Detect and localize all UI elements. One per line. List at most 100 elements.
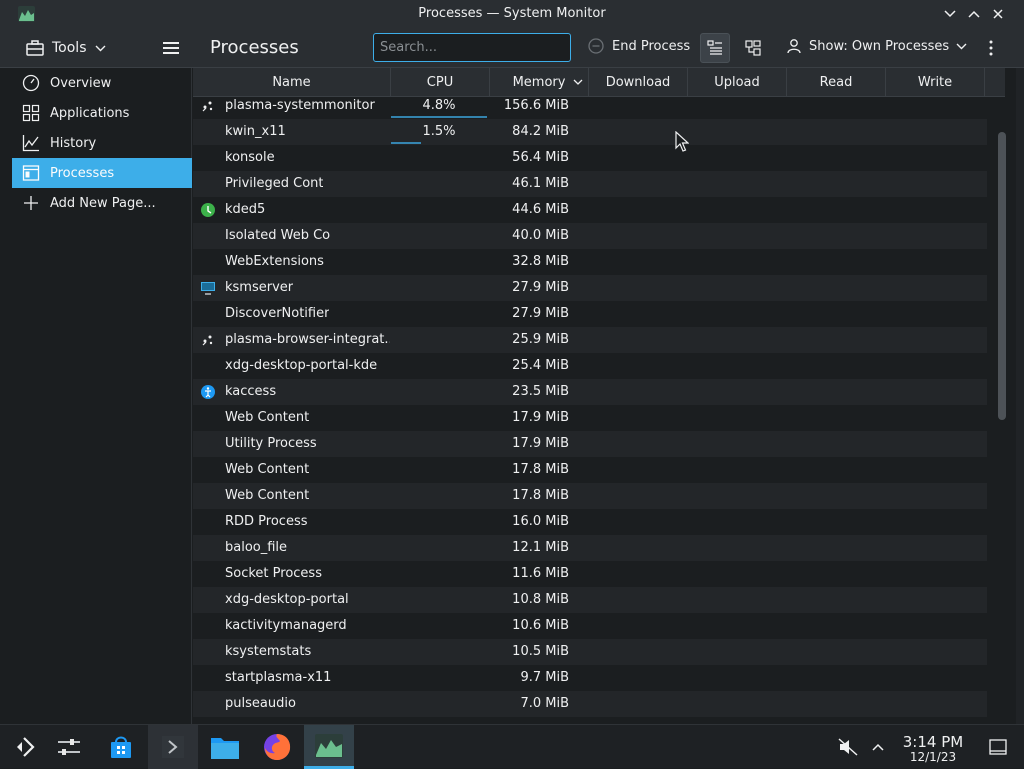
show-desktop-button[interactable] bbox=[978, 725, 1018, 769]
task-settings[interactable] bbox=[44, 725, 94, 769]
table-row[interactable]: konsole 56.4 MiB bbox=[193, 145, 987, 171]
process-memory: 25.4 MiB bbox=[512, 358, 569, 373]
table-row[interactable]: Web Content 17.8 MiB bbox=[193, 483, 987, 509]
search-input[interactable] bbox=[373, 33, 571, 62]
process-memory: 156.6 MiB bbox=[503, 98, 569, 113]
process-name: ksmserver bbox=[225, 280, 294, 295]
process-memory: 17.9 MiB bbox=[512, 410, 569, 425]
toolbox-icon bbox=[26, 40, 44, 56]
table-row[interactable]: plasma-systemmonitor 4.8% 156.6 MiB bbox=[193, 93, 987, 119]
task-dolphin[interactable] bbox=[200, 725, 250, 769]
table-row[interactable]: WebExtensions 32.8 MiB bbox=[193, 249, 987, 275]
sidebar-item-label: Add New Page... bbox=[50, 195, 156, 211]
process-memory: 17.9 MiB bbox=[512, 436, 569, 451]
table-row[interactable]: kwin_x11 1.5% 84.2 MiB bbox=[193, 119, 987, 145]
sidebar-item-add-new-page[interactable]: Add New Page... bbox=[12, 188, 192, 218]
sort-descending-icon bbox=[573, 79, 583, 85]
table-row[interactable]: xdg-desktop-portal-kde 25.4 MiB bbox=[193, 353, 987, 379]
cpu-usage-bar bbox=[391, 142, 421, 144]
sidebar-item-overview[interactable]: Overview bbox=[12, 68, 192, 98]
process-name: RDD Process bbox=[225, 514, 308, 529]
digital-clock[interactable]: 3:14 PM 12/1/23 bbox=[895, 733, 971, 764]
process-memory: 44.6 MiB bbox=[512, 202, 569, 217]
table-row[interactable]: Web Content 17.8 MiB bbox=[193, 457, 987, 483]
chevron-down-icon bbox=[956, 43, 967, 49]
title-bar: Processes — System Monitor bbox=[0, 0, 1024, 28]
list-view-icon bbox=[707, 40, 722, 55]
task-firefox[interactable] bbox=[252, 725, 302, 769]
process-name: WebExtensions bbox=[225, 254, 324, 269]
chevron-down-icon bbox=[944, 10, 956, 18]
process-name: kactivitymanagerd bbox=[225, 618, 347, 633]
sliders-icon bbox=[58, 739, 80, 755]
table-row[interactable]: pulseaudio 7.0 MiB bbox=[193, 691, 987, 717]
table-row[interactable]: Utility Process 17.9 MiB bbox=[193, 431, 987, 457]
steamdeck-launcher-icon bbox=[17, 737, 35, 757]
process-name: plasma-systemmonitor bbox=[225, 98, 375, 113]
end-process-label: End Process bbox=[612, 38, 691, 54]
application-launcher-button[interactable] bbox=[0, 725, 50, 769]
task-system-monitor[interactable] bbox=[304, 725, 354, 769]
more-options-icon[interactable] bbox=[985, 38, 997, 58]
firefox-icon bbox=[264, 734, 291, 760]
table-row[interactable]: Web Content 17.9 MiB bbox=[193, 405, 987, 431]
maximize-button[interactable] bbox=[964, 4, 984, 24]
sidebar: Overview Applications History Processes … bbox=[12, 68, 192, 724]
kded-icon bbox=[201, 203, 215, 217]
table-row[interactable]: Isolated Web Co 40.0 MiB bbox=[193, 223, 987, 249]
table-row[interactable]: Socket Process 11.6 MiB bbox=[193, 561, 987, 587]
process-memory: 10.8 MiB bbox=[512, 592, 569, 607]
tree-view-button[interactable] bbox=[738, 33, 768, 63]
show-processes-dropdown[interactable]: Show: Own Processes bbox=[786, 38, 967, 54]
show-processes-label: Show: Own Processes bbox=[809, 38, 950, 54]
sidebar-item-history[interactable]: History bbox=[12, 128, 192, 158]
system-tray-expand-button[interactable] bbox=[858, 725, 898, 769]
chevron-down-icon bbox=[95, 45, 105, 51]
table-row[interactable]: ksmserver 27.9 MiB bbox=[193, 275, 987, 301]
table-row[interactable]: DiscoverNotifier 27.9 MiB bbox=[193, 301, 987, 327]
sidebar-item-applications[interactable]: Applications bbox=[12, 98, 192, 128]
scrollbar-thumb[interactable] bbox=[998, 132, 1006, 420]
clock-date: 12/1/23 bbox=[909, 750, 957, 764]
process-name: Socket Process bbox=[225, 566, 322, 581]
clock-time: 3:14 PM bbox=[902, 733, 964, 751]
table-row[interactable]: kded5 44.6 MiB bbox=[193, 197, 987, 223]
taskbar: 3:14 PM 12/1/23 bbox=[0, 724, 1024, 769]
process-memory: 56.4 MiB bbox=[512, 150, 569, 165]
process-memory: 10.6 MiB bbox=[512, 618, 569, 633]
table-row[interactable]: Privileged Cont 46.1 MiB bbox=[193, 171, 987, 197]
table-row[interactable]: plasma-browser-integrat... 25.9 MiB bbox=[193, 327, 987, 353]
minimize-button[interactable] bbox=[940, 4, 960, 24]
process-name: Web Content bbox=[225, 462, 310, 477]
table-row[interactable]: baloo_file 12.1 MiB bbox=[193, 535, 987, 561]
table-row[interactable]: startplasma-x11 9.7 MiB bbox=[193, 665, 987, 691]
process-name: kwin_x11 bbox=[225, 124, 286, 139]
process-name: baloo_file bbox=[225, 540, 288, 555]
sidebar-item-label: Processes bbox=[50, 165, 115, 181]
list-view-button[interactable] bbox=[700, 33, 730, 63]
table-row[interactable]: kaccess 23.5 MiB bbox=[193, 379, 987, 405]
terminal-icon bbox=[162, 736, 184, 758]
process-name: xdg-desktop-portal-kde bbox=[225, 358, 378, 373]
table-row[interactable]: xdg-desktop-portal 10.8 MiB bbox=[193, 587, 987, 613]
process-memory: 84.2 MiB bbox=[512, 124, 569, 139]
table-row[interactable]: kactivitymanagerd 10.6 MiB bbox=[193, 613, 987, 639]
end-process-button[interactable]: End Process bbox=[588, 38, 690, 54]
table-row[interactable]: RDD Process 16.0 MiB bbox=[193, 509, 987, 535]
sidebar-item-processes[interactable]: Processes bbox=[12, 158, 192, 188]
table-row[interactable]: ksystemstats 10.5 MiB bbox=[193, 639, 987, 665]
process-memory: 27.9 MiB bbox=[512, 280, 569, 295]
task-konsole[interactable] bbox=[148, 725, 198, 769]
folder-icon bbox=[211, 738, 239, 759]
chart-icon bbox=[22, 135, 39, 152]
task-discover[interactable] bbox=[96, 725, 146, 769]
monitor-icon bbox=[201, 282, 215, 295]
process-cpu: 1.5% bbox=[422, 124, 456, 139]
hamburger-menu-icon[interactable] bbox=[160, 38, 182, 58]
close-button[interactable] bbox=[988, 4, 1008, 24]
gauge-icon bbox=[22, 74, 40, 92]
plasma-icon bbox=[202, 335, 213, 346]
tools-menu-button[interactable]: Tools bbox=[26, 36, 106, 60]
process-memory: 27.9 MiB bbox=[512, 306, 569, 321]
process-name: Web Content bbox=[225, 410, 310, 425]
